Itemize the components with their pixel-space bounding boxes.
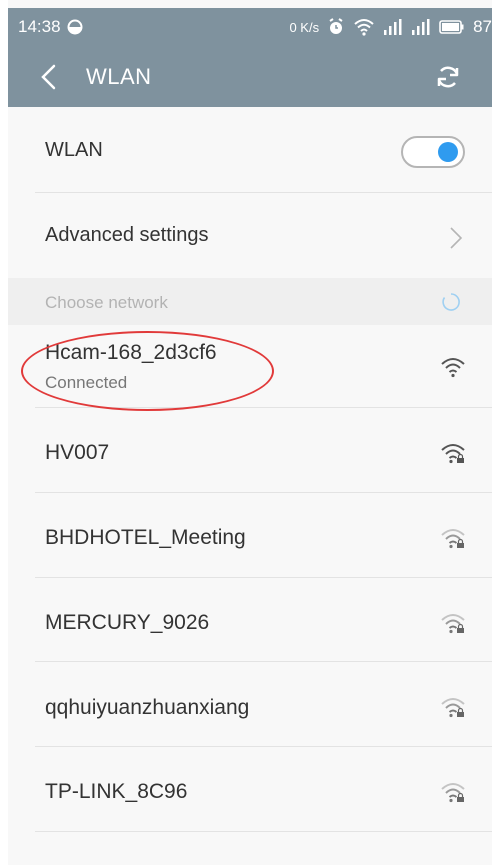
advanced-settings-label: Advanced settings [45, 224, 209, 246]
back-chevron-icon[interactable] [36, 63, 62, 91]
wlan-label: WLAN [45, 139, 103, 161]
wifi-locked-icon [441, 614, 465, 634]
wifi-locked-icon [441, 783, 465, 803]
signal-icon [411, 18, 431, 36]
advanced-settings-row[interactable]: Advanced settings [8, 193, 492, 278]
wlan-toggle-row[interactable]: WLAN [8, 107, 492, 193]
network-name: qqhuiyuanzhuanxiang [45, 696, 250, 719]
signal-4g-icon [383, 18, 403, 36]
chevron-right-icon [450, 227, 463, 249]
moon-icon [67, 19, 83, 35]
wifi-locked-icon [441, 444, 465, 464]
wifi-locked-icon [441, 698, 465, 718]
wifi-locked-icon [441, 529, 465, 549]
wifi-signal-icon [441, 358, 465, 378]
divider [35, 831, 492, 832]
loading-spinner-icon [442, 293, 460, 311]
network-item[interactable]: MERCURY_9026 [8, 578, 492, 662]
network-status: Connected [45, 373, 128, 392]
wlan-toggle-switch[interactable] [401, 136, 465, 168]
alarm-icon [327, 18, 345, 36]
phone-screen: 14:38 0 K/s 87 WLAN WLAN Advanced settin… [8, 0, 492, 865]
page-title: WLAN [86, 64, 152, 89]
network-item[interactable]: BHDHOTEL_Meeting [8, 493, 492, 578]
wifi-icon [353, 18, 375, 36]
refresh-icon[interactable] [433, 62, 463, 92]
app-header: WLAN [8, 46, 492, 107]
toggle-knob [438, 142, 458, 162]
network-name: Hcam-168_2d3cf6 [45, 341, 217, 364]
network-item[interactable]: Hcam-168_2d3cf6 Connected [8, 325, 492, 408]
battery-level: 87 [473, 17, 492, 36]
network-item[interactable]: qqhuiyuanzhuanxiang [8, 662, 492, 747]
battery-icon [439, 19, 465, 35]
network-name: BHDHOTEL_Meeting [45, 526, 246, 549]
status-bar: 14:38 0 K/s 87 [8, 8, 492, 46]
section-label: Choose network [45, 293, 168, 312]
network-name: TP-LINK_8C96 [45, 780, 188, 803]
data-speed: 0 K/s [289, 19, 320, 35]
network-name: HV007 [45, 441, 110, 464]
network-item[interactable]: HV007 [8, 408, 492, 493]
choose-network-section: Choose network [8, 278, 492, 325]
status-time: 14:38 [18, 17, 61, 36]
network-name: MERCURY_9026 [45, 611, 210, 634]
network-item[interactable]: TP-LINK_8C96 [8, 747, 492, 832]
